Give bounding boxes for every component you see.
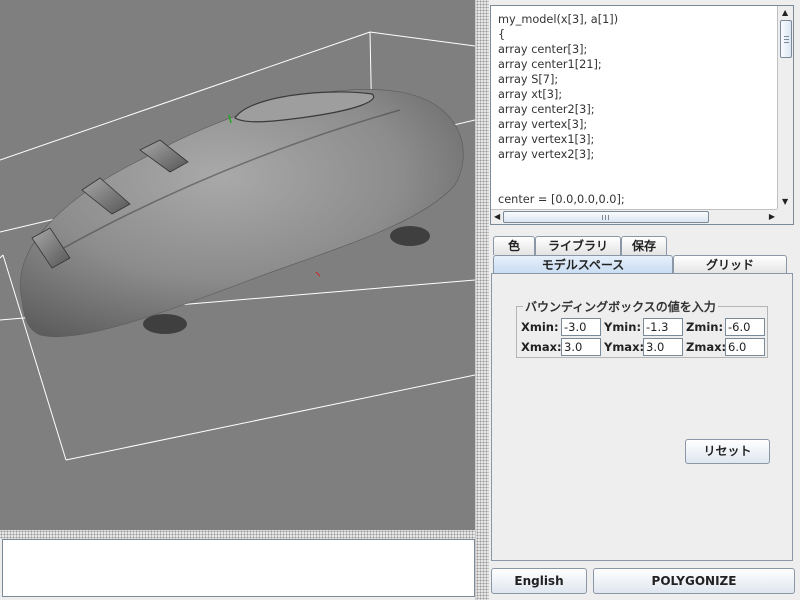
xmin-label: Xmin: <box>521 320 559 334</box>
tab-color[interactable]: 色 <box>493 236 535 255</box>
model-space-panel: バウンディングボックスの値を入力 Xmin: Ymin: Zmin: Xmax:… <box>491 273 793 561</box>
code-line: { <box>498 28 506 41</box>
bounding-box-title: バウンディングボックスの値を入力 <box>523 298 718 315</box>
zmax-field[interactable] <box>725 338 765 356</box>
3d-viewport[interactable] <box>0 0 475 530</box>
scroll-down-arrow-icon[interactable]: ▼ <box>782 198 788 206</box>
english-button[interactable]: English <box>491 568 587 594</box>
app-window: my_model(x[3], a[1]) { array center[3]; arr… <box>0 0 800 600</box>
code-line: array center1[21]; <box>498 58 602 71</box>
ymin-field[interactable] <box>643 318 683 336</box>
code-text-area[interactable]: my_model(x[3], a[1]) { array center[3]; arr… <box>492 7 777 210</box>
code-line: array vertex1[3]; <box>498 133 595 146</box>
tab-save[interactable]: 保存 <box>621 236 667 255</box>
scroll-up-arrow-icon[interactable]: ▲ <box>782 9 788 17</box>
code-line: array center2[3]; <box>498 103 595 116</box>
vertical-scroll-thumb[interactable] <box>780 20 792 58</box>
ymin-label: Ymin: <box>604 320 642 334</box>
scroll-left-arrow-icon[interactable]: ◀ <box>494 213 500 221</box>
ymax-field[interactable] <box>643 338 683 356</box>
horizontal-scrollbar[interactable]: ◀ ▶ <box>491 209 779 224</box>
ymax-label: Ymax: <box>604 340 645 354</box>
zmax-label: Zmax: <box>686 340 727 354</box>
xmax-label: Xmax: <box>521 340 562 354</box>
tab-grid[interactable]: グリッド <box>673 255 787 274</box>
zmin-field[interactable] <box>725 318 765 336</box>
model-render <box>0 31 475 461</box>
xmax-field[interactable] <box>561 338 601 356</box>
console-output[interactable] <box>2 539 475 597</box>
code-line: array center[3]; <box>498 43 588 56</box>
polygonize-button[interactable]: POLYGONIZE <box>593 568 795 594</box>
scroll-right-arrow-icon[interactable]: ▶ <box>769 213 775 221</box>
reset-button[interactable]: リセット <box>685 439 770 464</box>
code-line: array xt[3]; <box>498 88 563 101</box>
vertical-scrollbar[interactable]: ▲ ▼ <box>777 6 793 210</box>
horizontal-split-divider[interactable] <box>0 530 475 539</box>
vertical-split-divider[interactable] <box>475 0 489 600</box>
tab-model-space[interactable]: モデルスペース <box>493 255 673 274</box>
xmin-field[interactable] <box>561 318 601 336</box>
code-line: array vertex2[3]; <box>498 148 595 161</box>
code-editor[interactable]: my_model(x[3], a[1]) { array center[3]; arr… <box>490 5 794 225</box>
horizontal-scroll-thumb[interactable] <box>503 211 709 223</box>
tab-library[interactable]: ライブラリ <box>535 236 621 255</box>
bounding-box-group: バウンディングボックスの値を入力 Xmin: Ymin: Zmin: Xmax:… <box>516 298 768 358</box>
code-line: array S[7]; <box>498 73 559 86</box>
code-line: center = [0.0,0.0,0.0]; <box>498 193 625 206</box>
zmin-label: Zmin: <box>686 320 724 334</box>
code-line: array vertex[3]; <box>498 118 588 131</box>
code-line: my_model(x[3], a[1]) <box>498 13 619 26</box>
